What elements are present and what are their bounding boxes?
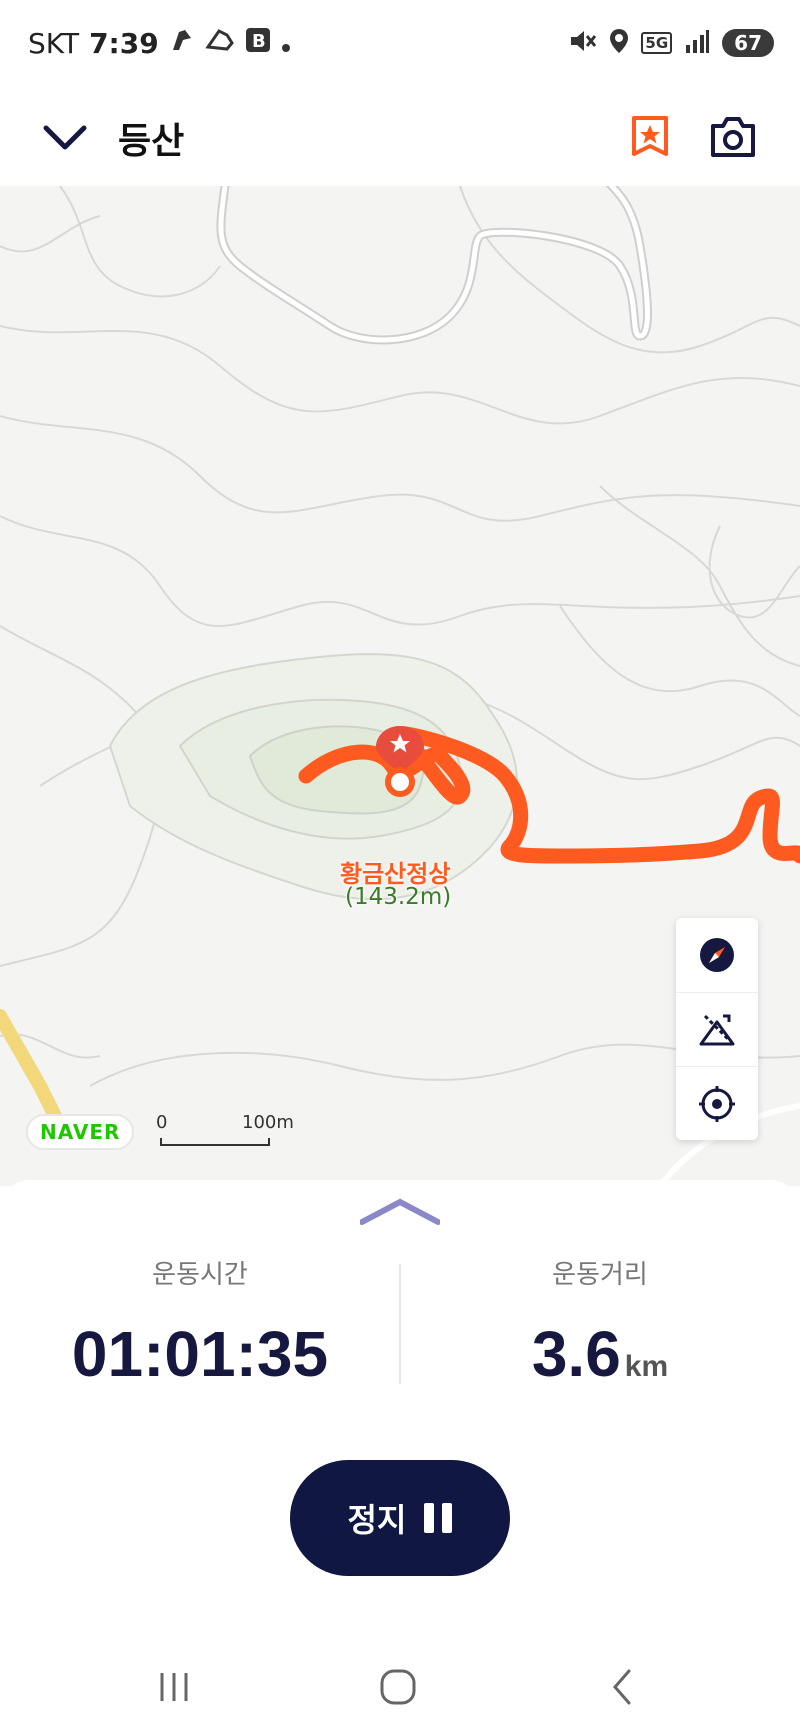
- distance-value: 3.6: [531, 1318, 621, 1390]
- home-icon[interactable]: [368, 1662, 428, 1712]
- scale-start: 0: [156, 1112, 168, 1133]
- clock: 7:39: [89, 27, 159, 60]
- map-tools-panel: [676, 918, 758, 1140]
- network-type: 5G: [641, 32, 673, 54]
- workout-time: 운동시간 01:01:35: [0, 1254, 400, 1391]
- status-bar: SKT 7:39 B 5G 67: [0, 0, 800, 90]
- scale-end: 100m: [242, 1112, 294, 1133]
- stop-button-label: 정지: [347, 1502, 407, 1538]
- battery-indicator: 67: [722, 29, 774, 57]
- naver-logo: NAVER: [26, 1114, 135, 1150]
- shoe-icon: [205, 27, 235, 60]
- svg-text:B: B: [252, 31, 266, 52]
- b-app-icon: B: [245, 27, 271, 60]
- back-icon[interactable]: [592, 1662, 652, 1712]
- map-view[interactable]: 황금산정상 (143.2m) NAVER 0 100m: [0, 186, 800, 1186]
- time-label: 운동시간: [152, 1260, 248, 1290]
- stop-button[interactable]: 정지: [290, 1460, 510, 1576]
- dot-icon: [281, 27, 291, 60]
- expand-handle-icon[interactable]: [359, 1198, 441, 1228]
- pause-icon: [424, 1503, 453, 1533]
- distance-unit: km: [624, 1350, 669, 1383]
- carrier: SKT: [28, 27, 80, 60]
- location-icon: [609, 28, 629, 58]
- page-title: 등산: [118, 121, 185, 162]
- peak-elevation-label: (143.2m): [345, 884, 452, 910]
- hiking-icon: [169, 26, 195, 61]
- compass-icon[interactable]: [676, 918, 758, 992]
- recent-apps-icon[interactable]: [144, 1662, 204, 1712]
- system-nav-bar: [0, 1640, 800, 1733]
- bookmark-star-icon[interactable]: [628, 112, 672, 162]
- locate-icon[interactable]: [676, 1066, 758, 1141]
- mute-icon: [569, 28, 597, 58]
- workout-distance: 운동거리 3.6 km: [400, 1254, 800, 1391]
- time-value: 01:01:35: [71, 1318, 329, 1390]
- camera-icon[interactable]: [708, 114, 758, 160]
- map-scale: 0 100m: [156, 1112, 294, 1146]
- chevron-down-icon[interactable]: [40, 116, 90, 160]
- scale-bar: [160, 1138, 270, 1146]
- app-bar: 등산: [0, 90, 800, 186]
- signal-icon: [684, 29, 710, 57]
- elevation-icon[interactable]: [676, 992, 758, 1067]
- distance-label: 운동거리: [552, 1260, 648, 1290]
